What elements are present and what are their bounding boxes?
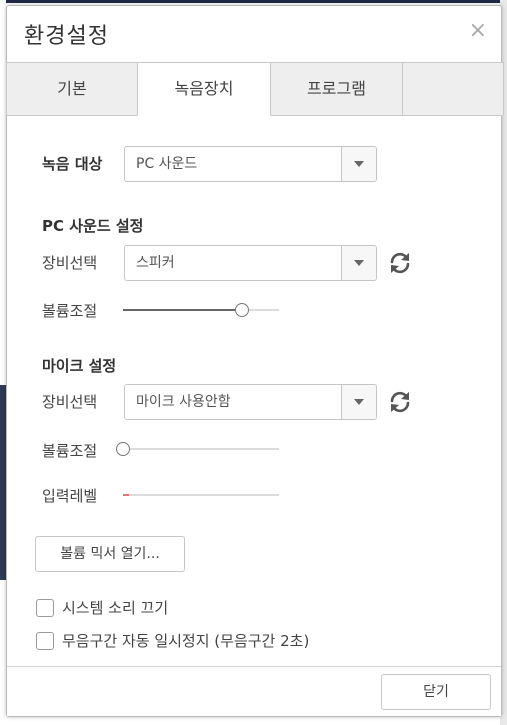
close-button[interactable]: 닫기 — [381, 674, 491, 710]
pc-volume-label: 볼륨조절 — [42, 302, 98, 320]
mic-volume-label: 볼륨조절 — [42, 442, 98, 460]
auto-pause-silence-label: 무음구간 자동 일시정지 (무음구간 2초) — [62, 632, 310, 650]
record-target-value: PC 사운드 — [136, 156, 198, 172]
input-level-meter — [123, 489, 279, 501]
chevron-down-icon[interactable] — [341, 385, 376, 419]
pc-sound-heading: PC 사운드 설정 — [42, 217, 144, 235]
chevron-down-icon[interactable] — [341, 246, 376, 280]
record-target-select[interactable]: PC 사운드 — [124, 146, 377, 182]
dialog-footer: 닫기 — [7, 666, 501, 716]
close-icon[interactable]: × — [469, 20, 487, 42]
refresh-icon[interactable] — [387, 389, 413, 415]
mute-system-sound-option[interactable]: 시스템 소리 끄기 — [36, 597, 168, 618]
mic-device-select[interactable]: 마이크 사용안함 — [124, 384, 377, 420]
background-app-topbar — [0, 0, 507, 3]
mic-heading: 마이크 설정 — [42, 357, 117, 375]
pc-volume-slider[interactable] — [123, 302, 279, 318]
pc-device-label: 장비선택 — [42, 254, 98, 272]
auto-pause-silence-option[interactable]: 무음구간 자동 일시정지 (무음구간 2초) — [36, 630, 309, 651]
slider-thumb[interactable] — [235, 303, 249, 317]
level-fill — [123, 494, 129, 496]
mic-volume-slider[interactable] — [116, 441, 279, 457]
input-level-label: 입력레벨 — [42, 487, 98, 505]
mic-device-value: 마이크 사용안함 — [136, 394, 231, 410]
tab-basic[interactable]: 기본 — [6, 62, 138, 115]
tab-bar: 기본 녹음장치 프로그램 — [6, 62, 504, 116]
settings-dialog: 환경설정 × 기본 녹음장치 프로그램 녹음 대상 PC 사운드 PC 사운드 … — [6, 5, 504, 717]
tab-program[interactable]: 프로그램 — [270, 62, 403, 115]
pc-device-select[interactable]: 스피커 — [124, 245, 377, 281]
tab-recording-device[interactable]: 녹음장치 — [137, 62, 271, 116]
slider-fill — [123, 309, 242, 311]
chevron-down-icon[interactable] — [341, 147, 376, 181]
mute-system-sound-checkbox[interactable] — [36, 598, 54, 617]
record-target-label: 녹음 대상 — [42, 155, 103, 173]
auto-pause-silence-checkbox[interactable] — [36, 631, 54, 650]
mute-system-sound-label: 시스템 소리 끄기 — [62, 599, 169, 617]
slider-thumb[interactable] — [116, 442, 130, 456]
dialog-title: 환경설정 — [24, 24, 109, 49]
open-volume-mixer-button[interactable]: 볼륨 믹서 열기... — [35, 536, 185, 572]
recording-device-panel: 녹음 대상 PC 사운드 PC 사운드 설정 장비선택 스피커 볼륨조절 마이크… — [7, 116, 503, 671]
pc-device-value: 스피커 — [136, 255, 175, 271]
tab-blank — [402, 62, 504, 115]
mic-device-label: 장비선택 — [42, 393, 98, 411]
refresh-icon[interactable] — [387, 250, 413, 276]
level-track — [123, 494, 279, 496]
slider-track — [123, 448, 279, 450]
